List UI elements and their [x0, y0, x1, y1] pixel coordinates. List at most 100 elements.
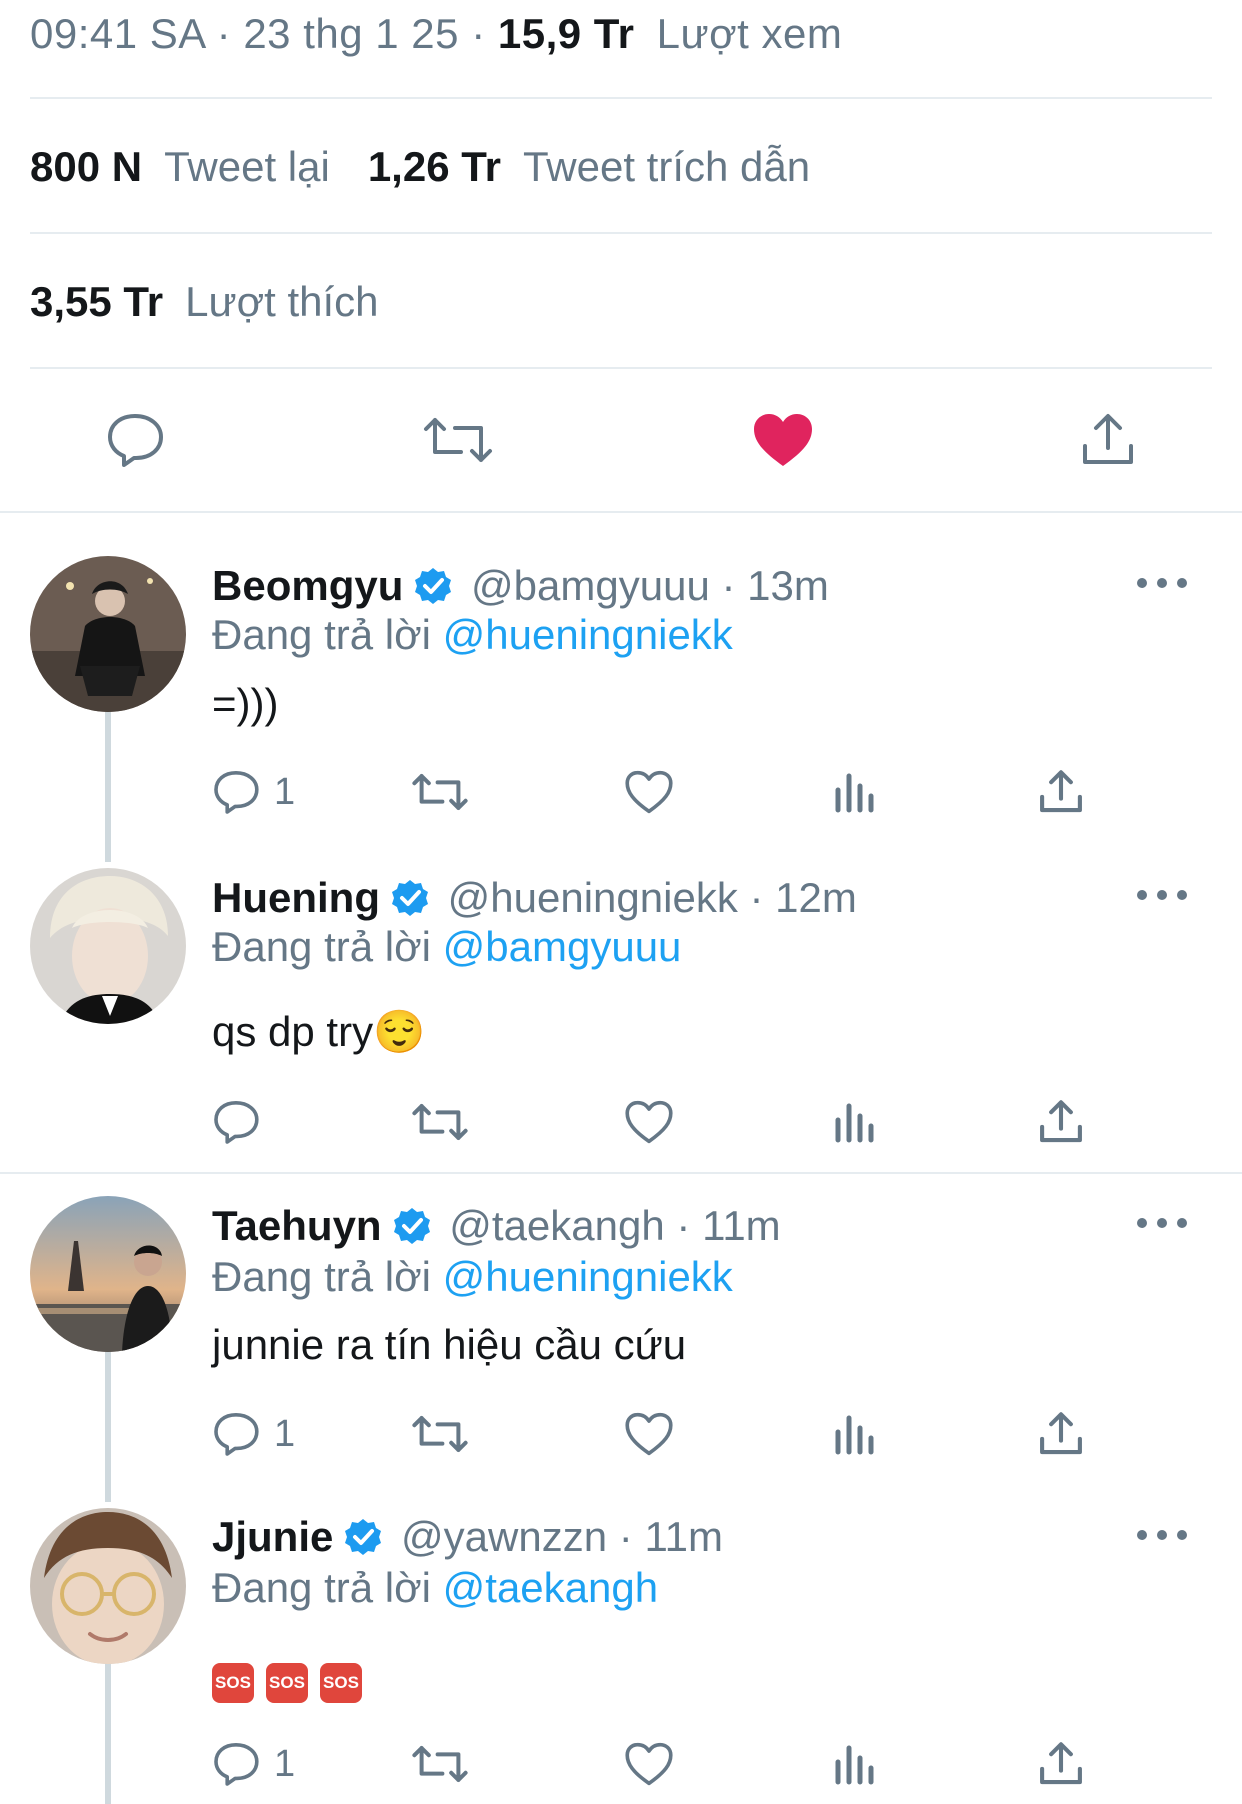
verified-icon — [345, 1519, 382, 1555]
views-button[interactable] — [832, 762, 876, 822]
like-button[interactable] — [624, 1734, 674, 1794]
avatar[interactable] — [30, 556, 186, 712]
reply-action-bar — [212, 1092, 1112, 1152]
reply-icon — [214, 771, 259, 814]
share-button[interactable] — [1068, 400, 1148, 480]
views-icon — [835, 1415, 874, 1455]
more-icon[interactable] — [1132, 1208, 1192, 1238]
retweets-count[interactable]: 800 N — [30, 143, 142, 190]
reply-time[interactable]: 13m — [747, 562, 829, 609]
sos-emoji: SOS — [266, 1663, 308, 1703]
reply-count: 1 — [274, 1742, 296, 1785]
retweet-icon — [424, 418, 492, 462]
replying-mention[interactable]: @hueningniekk — [443, 611, 733, 658]
reply-author-name[interactable]: Jjunie — [212, 1513, 333, 1560]
reply-text: =))) — [212, 680, 279, 727]
like-button[interactable] — [743, 400, 823, 480]
likes-label[interactable]: Lượt thích — [185, 278, 378, 325]
replying-to: Đang trả lời @hueningniekk — [212, 1253, 733, 1301]
retweet-icon — [412, 1416, 468, 1452]
reply-header: Jjunie @yawnzzn · 11m — [212, 1513, 723, 1561]
reply-button[interactable] — [212, 1092, 274, 1152]
reply-time[interactable]: 11m — [702, 1202, 781, 1249]
like-button[interactable] — [624, 1092, 674, 1152]
retweets-label[interactable]: Tweet lại — [164, 143, 330, 190]
reply-icon — [214, 1743, 259, 1786]
tweet-date: 23 thg 1 25 — [243, 10, 460, 57]
share-icon — [1040, 1100, 1082, 1143]
share-button[interactable] — [1038, 1734, 1084, 1794]
avatar[interactable] — [30, 868, 186, 1024]
reply-count: 1 — [274, 770, 296, 813]
likes-count[interactable]: 3,55 Tr — [30, 278, 163, 325]
retweet-button[interactable] — [412, 1404, 468, 1464]
views-icon — [835, 1103, 874, 1143]
reply-header: Taehuyn @taekangh · 11m — [212, 1202, 781, 1250]
views-button[interactable] — [832, 1404, 876, 1464]
more-icon[interactable] — [1132, 568, 1192, 598]
share-icon — [1040, 770, 1082, 813]
reply-author-handle[interactable]: @yawnzzn — [401, 1513, 607, 1560]
avatar[interactable] — [30, 1196, 186, 1352]
avatar-photo-taehuyn — [30, 1196, 186, 1352]
retweet-icon — [412, 1746, 468, 1782]
views-count: 15,9 Tr — [497, 10, 635, 57]
reply-author-handle[interactable]: @hueningniekk — [448, 874, 738, 921]
reply-text-sos: SOS SOS SOS — [212, 1650, 374, 1703]
like-button[interactable] — [624, 1404, 674, 1464]
reply-author-handle[interactable]: @bamgyuuu — [471, 562, 710, 609]
views-button[interactable] — [832, 1092, 876, 1152]
retweet-icon — [412, 774, 468, 810]
reply-action-bar: 1 — [212, 762, 1112, 822]
replying-mention[interactable]: @taekangh — [443, 1564, 658, 1611]
divider — [30, 232, 1212, 234]
thread-line — [105, 1664, 111, 1804]
views-button[interactable] — [832, 1734, 876, 1794]
like-button[interactable] — [624, 762, 674, 822]
replying-to: Đang trả lời @taekangh — [212, 1564, 658, 1612]
reply-author-name[interactable]: Taehuyn — [212, 1202, 382, 1249]
reply-button[interactable]: 1 — [212, 1734, 295, 1794]
reply-button[interactable]: 1 — [212, 1404, 295, 1464]
avatar[interactable] — [30, 1508, 186, 1664]
reply-author-name[interactable]: Huening — [212, 874, 380, 921]
tweet-time: 09:41 SA — [30, 10, 205, 57]
share-button[interactable] — [1038, 1404, 1084, 1464]
like-icon — [625, 1742, 673, 1786]
more-icon[interactable] — [1132, 880, 1192, 910]
reply-button[interactable]: 1 — [212, 762, 295, 822]
retweet-button[interactable] — [412, 1092, 468, 1152]
reply-icon — [214, 1101, 259, 1144]
like-icon — [625, 1100, 673, 1144]
reply-action-bar: 1 — [212, 1734, 1112, 1794]
reply-author-name[interactable]: Beomgyu — [212, 562, 403, 609]
quotes-label[interactable]: Tweet trích dẫn — [523, 143, 810, 190]
meta-separator: · — [471, 10, 486, 57]
share-button[interactable] — [1038, 762, 1084, 822]
reply-action-bar: 1 — [212, 1404, 1112, 1464]
reply-count: 1 — [274, 1412, 296, 1455]
avatar-photo-jjunie — [30, 1508, 186, 1664]
reply-time[interactable]: 12m — [775, 874, 857, 921]
retweet-icon — [412, 1104, 468, 1140]
retweet-button[interactable] — [418, 400, 498, 480]
views-icon — [835, 773, 874, 813]
emoji-relieved: 😌 — [373, 1008, 426, 1055]
verified-icon — [391, 880, 428, 916]
reply-separator: · — [721, 562, 736, 609]
reply-icon — [214, 1413, 259, 1456]
thread-line — [105, 1352, 111, 1502]
like-icon — [625, 770, 673, 814]
reply-button[interactable] — [95, 400, 175, 480]
reply-time[interactable]: 11m — [644, 1513, 723, 1560]
retweet-button[interactable] — [412, 1734, 468, 1794]
replying-mention[interactable]: @hueningniekk — [443, 1253, 733, 1300]
retweet-button[interactable] — [412, 762, 468, 822]
more-icon[interactable] — [1132, 1520, 1192, 1550]
quotes-count[interactable]: 1,26 Tr — [368, 143, 501, 190]
tweet-action-bar — [0, 400, 1242, 480]
replying-mention[interactable]: @bamgyuuu — [443, 923, 682, 970]
reply-author-handle[interactable]: @taekangh — [449, 1202, 664, 1249]
share-button[interactable] — [1038, 1092, 1084, 1152]
views-label[interactable]: Lượt xem — [657, 10, 843, 57]
